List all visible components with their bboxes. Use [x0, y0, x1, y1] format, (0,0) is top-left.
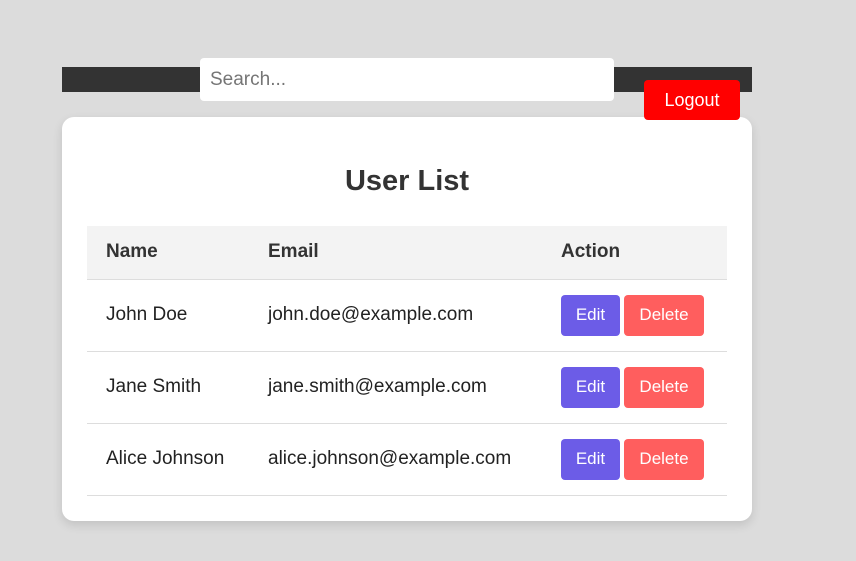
table-row: Alice Johnson alice.johnson@example.com …	[87, 423, 727, 496]
delete-button[interactable]: Delete	[624, 294, 704, 336]
edit-button[interactable]: Edit	[561, 294, 620, 336]
user-email-cell: alice.johnson@example.com	[249, 423, 542, 496]
delete-button[interactable]: Delete	[624, 366, 704, 408]
table-header-row: Name Email Action	[87, 226, 727, 280]
column-header-email: Email	[249, 226, 542, 280]
user-name-cell: Jane Smith	[87, 351, 249, 424]
edit-button[interactable]: Edit	[561, 438, 620, 480]
logout-button[interactable]: Logout	[644, 80, 740, 120]
search-input[interactable]	[200, 58, 614, 101]
action-cell: Edit Delete	[542, 279, 727, 352]
column-header-action: Action	[542, 226, 727, 280]
column-header-name: Name	[87, 226, 249, 280]
action-cell: Edit Delete	[542, 351, 727, 424]
user-name-cell: John Doe	[87, 279, 249, 352]
user-list-card: User List Name Email Action John Doe joh…	[62, 117, 752, 521]
user-email-cell: jane.smith@example.com	[249, 351, 542, 424]
delete-button[interactable]: Delete	[624, 438, 704, 480]
page-title: User List	[344, 165, 470, 197]
user-table: Name Email Action John Doe john.doe@exam…	[87, 226, 727, 496]
action-cell: Edit Delete	[542, 423, 727, 496]
user-email-cell: john.doe@example.com	[249, 279, 542, 352]
edit-button[interactable]: Edit	[561, 366, 620, 408]
page: Logout User List Name Email Action John …	[0, 0, 856, 561]
table-row: John Doe john.doe@example.com Edit Delete	[87, 279, 727, 352]
table-row: Jane Smith jane.smith@example.com Edit De…	[87, 351, 727, 424]
user-name-cell: Alice Johnson	[87, 423, 249, 496]
